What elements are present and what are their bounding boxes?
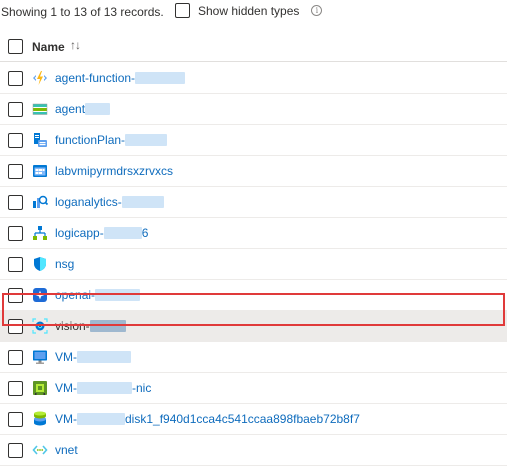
network-interface-icon	[32, 380, 48, 396]
show-hidden-types-label: Show hidden types	[198, 3, 300, 18]
row-checkbox[interactable]	[8, 71, 23, 86]
computer-vision-icon	[32, 318, 48, 334]
log-analytics-icon	[32, 194, 49, 210]
table-row[interactable]: VM-	[0, 342, 507, 373]
show-hidden-types-checkbox[interactable]	[175, 3, 190, 18]
resource-name-prefix: agent-function-	[55, 71, 136, 85]
row-checkbox[interactable]	[8, 195, 23, 210]
resource-name-suffix: disk1_f940d1cca4c541ccaa898fbaeb72b8f7	[125, 412, 360, 426]
row-checkbox[interactable]	[8, 133, 23, 148]
row-checkbox[interactable]	[8, 257, 23, 272]
redacted-text	[125, 134, 168, 146]
resource-name-prefix: loganalytics-	[55, 195, 122, 209]
row-checkbox[interactable]	[8, 350, 23, 365]
resource-list: agent-function-agent functionPlan-labvmip…	[0, 63, 507, 466]
records-count-text: Showing 1 to 13 of 13 records.	[1, 5, 164, 19]
disk-icon	[32, 411, 48, 427]
table-row[interactable]: loganalytics-	[0, 187, 507, 218]
resource-name-link[interactable]: VM- -nic	[55, 381, 151, 395]
redacted-text	[95, 289, 141, 301]
redacted-text	[121, 196, 164, 208]
resource-name-prefix: VM-	[55, 412, 77, 426]
nsg-shield-icon	[32, 256, 48, 272]
resource-name-prefix: vision-	[55, 319, 90, 333]
resource-name-prefix: functionPlan-	[55, 133, 126, 147]
row-checkbox[interactable]	[8, 288, 23, 303]
resource-name-link[interactable]: labvmipyrmdrsxzrvxcs	[55, 164, 173, 178]
resource-name-prefix: nsg	[55, 257, 75, 271]
table-row[interactable]: functionPlan-	[0, 125, 507, 156]
resource-name-link[interactable]: functionPlan-	[55, 133, 168, 147]
table-row[interactable]: labvmipyrmdrsxzrvxcs	[0, 156, 507, 187]
resource-name-link[interactable]: openai-	[55, 288, 141, 302]
row-checkbox[interactable]	[8, 102, 23, 117]
redacted-text	[85, 103, 111, 115]
resource-name-link[interactable]: VM-disk1_f940d1cca4c541ccaa898fbaeb72b8f…	[55, 412, 360, 426]
redacted-text	[77, 351, 131, 363]
row-checkbox[interactable]	[8, 412, 23, 427]
row-checkbox[interactable]	[8, 226, 23, 241]
virtual-network-icon	[32, 442, 48, 458]
resource-name-prefix: VM-	[55, 350, 77, 364]
redacted-text	[77, 413, 125, 425]
table-row[interactable]: openai-	[0, 280, 507, 311]
resource-name-link[interactable]: nsg	[55, 257, 74, 271]
name-column-header[interactable]: Name	[32, 40, 65, 54]
resource-name-suffix: 6	[141, 226, 149, 240]
redacted-text	[135, 72, 186, 84]
table-row[interactable]: VM-disk1_f940d1cca4c541ccaa898fbaeb72b8f…	[0, 404, 507, 435]
resource-name-prefix: agent	[55, 102, 86, 116]
table-row[interactable]: nsg	[0, 249, 507, 280]
table-row[interactable]: logicapp- 6	[0, 218, 507, 249]
table-header: Name ↑↓	[0, 32, 507, 62]
redacted-text	[77, 382, 132, 394]
resource-name-prefix: labvmipyrmdrsxzrvxcs	[55, 164, 174, 178]
row-checkbox[interactable]	[8, 381, 23, 396]
function-app-icon	[32, 70, 48, 86]
resource-name-link[interactable]: vision-	[55, 319, 126, 333]
row-checkbox[interactable]	[8, 443, 23, 458]
resource-name-prefix: VM-	[55, 381, 77, 395]
resource-name-link[interactable]: vnet	[55, 443, 78, 457]
redacted-text	[103, 227, 142, 239]
resource-name-prefix: vnet	[55, 443, 78, 457]
storage-account-icon	[32, 101, 48, 117]
row-checkbox[interactable]	[8, 164, 23, 179]
resource-name-prefix: logicapp-	[55, 226, 104, 240]
row-checkbox[interactable]	[8, 319, 23, 334]
openai-icon	[32, 287, 48, 303]
sort-arrows-icon[interactable]: ↑↓	[70, 38, 81, 52]
resource-name-link[interactable]: logicapp- 6	[55, 226, 148, 240]
container-registry-icon	[32, 163, 48, 179]
table-row[interactable]: agent-function-	[0, 63, 507, 94]
resource-name-suffix: -nic	[132, 381, 152, 395]
show-hidden-types-toggle[interactable]: Show hidden types i	[175, 3, 323, 18]
resource-name-link[interactable]: agent	[55, 102, 111, 116]
resource-name-link[interactable]: agent-function-	[55, 71, 186, 85]
select-all-checkbox[interactable]	[8, 39, 23, 54]
resource-name-link[interactable]: loganalytics-	[55, 195, 164, 209]
toolbar: Showing 1 to 13 of 13 records. Show hidd…	[0, 0, 507, 26]
table-row[interactable]: agent	[0, 94, 507, 125]
table-row[interactable]: vnet	[0, 435, 507, 466]
resource-name-prefix: openai-	[55, 288, 96, 302]
resource-name-link[interactable]: VM-	[55, 350, 131, 364]
app-service-plan-icon	[32, 132, 48, 148]
redacted-text	[89, 320, 126, 332]
table-row[interactable]: vision-	[0, 311, 507, 342]
logic-app-icon	[32, 225, 48, 241]
virtual-machine-icon	[32, 349, 48, 365]
table-row[interactable]: VM- -nic	[0, 373, 507, 404]
info-icon[interactable]: i	[311, 5, 323, 16]
